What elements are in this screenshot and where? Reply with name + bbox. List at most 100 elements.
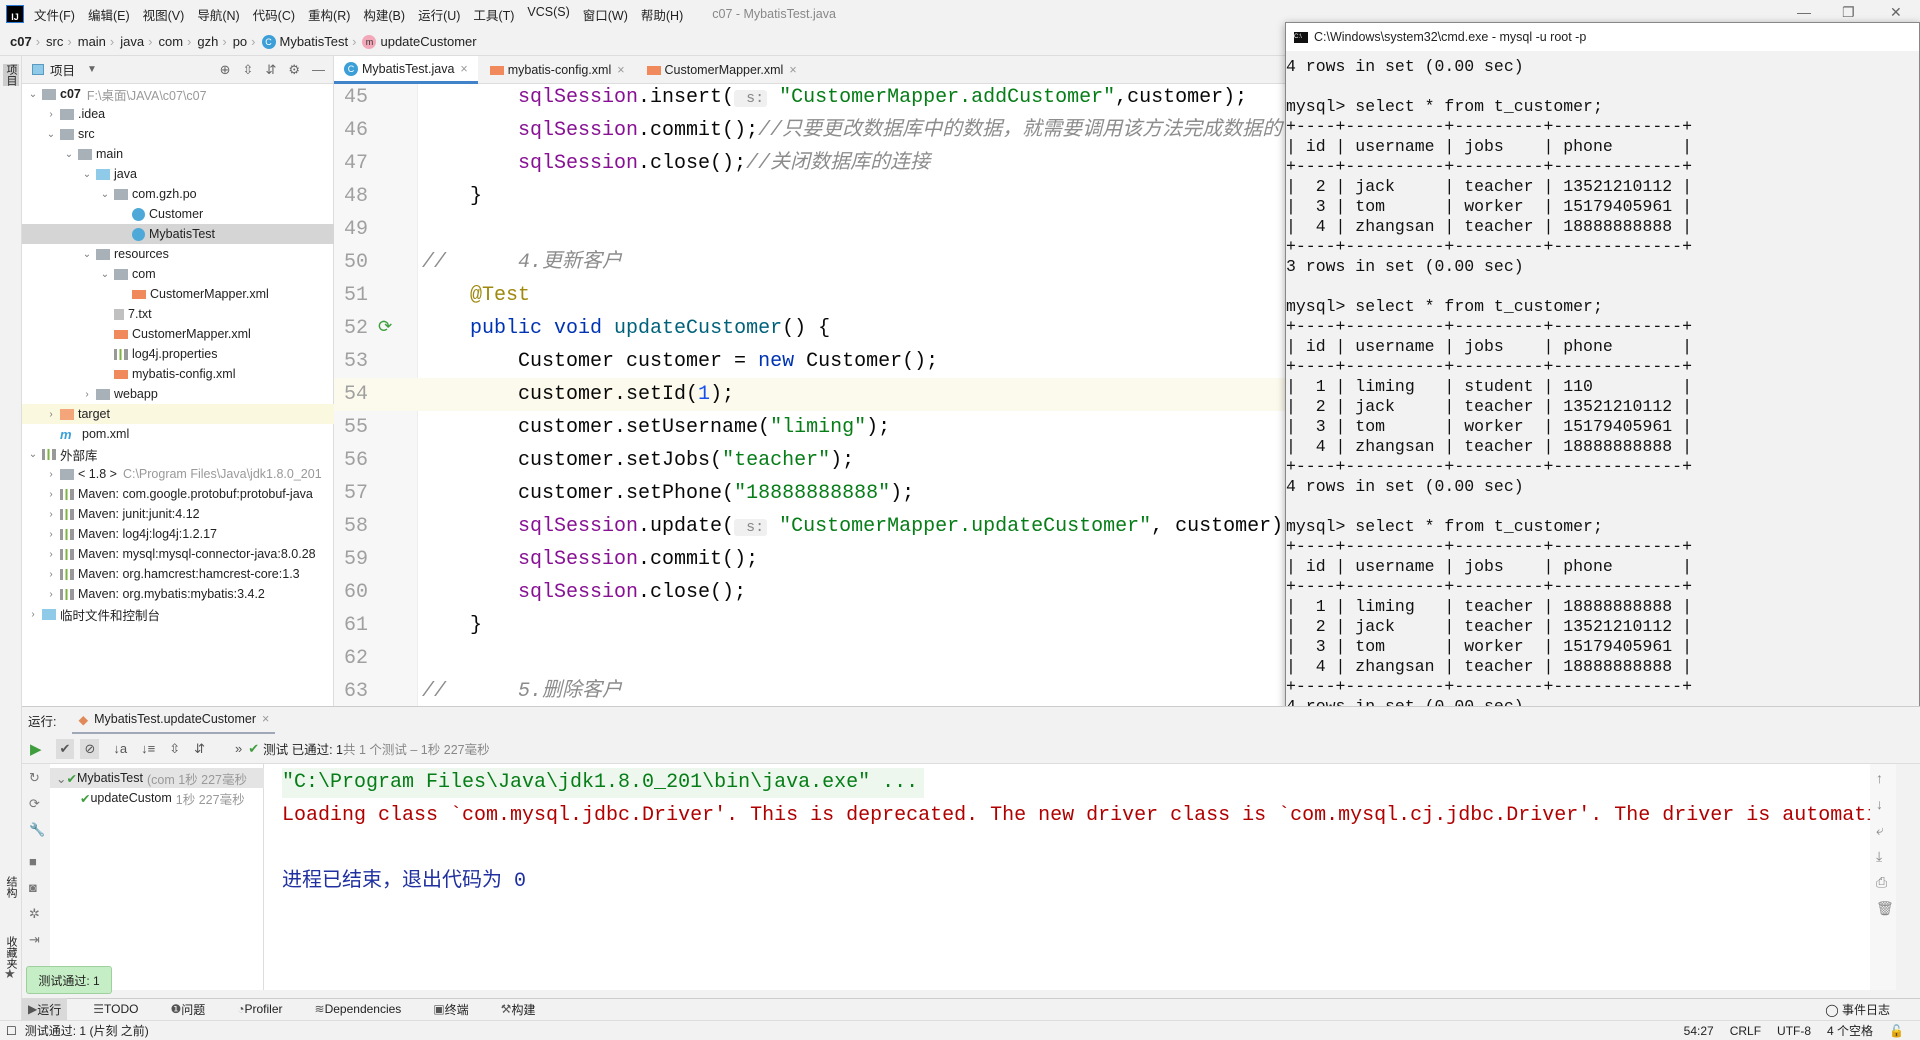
menu-item[interactable]: 窗口(W) bbox=[583, 5, 628, 24]
chevron-right-icon[interactable]: › bbox=[44, 549, 58, 560]
breadcrumb-item[interactable]: src bbox=[46, 34, 63, 49]
favorites-tool-button[interactable]: 收藏夹 bbox=[3, 936, 19, 969]
collapse-all-icon[interactable]: ⇵ bbox=[265, 62, 276, 78]
chevron-right-icon[interactable]: › bbox=[44, 109, 58, 120]
tree-item[interactable]: CustomerMapper.xml bbox=[22, 324, 334, 344]
cmd-title-bar[interactable]: C:\ C:\Windows\system32\cmd.exe - mysql … bbox=[1286, 23, 1919, 51]
tool-tab[interactable]: ≋ Dependencies bbox=[309, 998, 408, 1020]
camera-icon[interactable]: ◙ bbox=[29, 880, 37, 895]
tree-item[interactable]: ⌄ 外部库 bbox=[22, 444, 334, 464]
minimize-button[interactable]: — bbox=[1797, 4, 1811, 20]
tree-item[interactable]: CustomerMapper.xml bbox=[22, 284, 334, 304]
test-item[interactable]: ⌄ ✔ MybatisTest (com 1秒 227毫秒 bbox=[50, 768, 264, 788]
tree-item[interactable]: mybatis-config.xml bbox=[22, 364, 334, 384]
sort-alpha-icon[interactable]: ↓a bbox=[113, 741, 127, 756]
event-log-button[interactable]: ◯ 事件日志 bbox=[1825, 1001, 1890, 1018]
close-icon[interactable]: × bbox=[789, 63, 796, 77]
menu-item[interactable]: VCS(S) bbox=[527, 5, 569, 24]
expand-all-icon[interactable]: ⇳ bbox=[243, 62, 254, 78]
lock-icon[interactable]: 🔓 bbox=[1889, 1024, 1904, 1038]
import-icon[interactable]: ⇥ bbox=[29, 932, 40, 948]
tree-item[interactable]: 7.txt bbox=[22, 304, 334, 324]
tool-tab[interactable]: ▶ 运行 bbox=[22, 998, 68, 1020]
gear-icon[interactable]: ⚙ bbox=[288, 62, 300, 78]
chevron-right-icon[interactable]: › bbox=[44, 409, 58, 420]
menu-item[interactable]: 重构(R) bbox=[308, 5, 350, 24]
expand-all-icon[interactable]: ⇳ bbox=[169, 741, 180, 757]
breadcrumb-item[interactable]: c07 bbox=[10, 34, 32, 49]
cmd-output[interactable]: 4 rows in set (0.00 sec) mysql> select * … bbox=[1286, 51, 1919, 749]
chevron-down-icon[interactable]: ⌄ bbox=[56, 771, 66, 786]
tool-tab[interactable]: ◔ Profiler bbox=[231, 998, 288, 1020]
menu-item[interactable]: 导航(N) bbox=[197, 5, 239, 24]
close-icon[interactable]: × bbox=[460, 62, 467, 76]
menu-item[interactable]: 代码(C) bbox=[253, 5, 295, 24]
chevron-right-icon[interactable]: › bbox=[26, 609, 40, 620]
editor-tab[interactable]: CustomerMapper.xml × bbox=[635, 56, 807, 84]
tree-item[interactable]: ⌄ java bbox=[22, 164, 334, 184]
tree-item[interactable]: › target bbox=[22, 404, 334, 424]
tree-item[interactable]: › Maven: mysql:mysql-connector-java:8.0.2… bbox=[22, 544, 334, 564]
structure-tool-button[interactable]: 结构 bbox=[3, 876, 19, 898]
menu-item[interactable]: 运行(U) bbox=[418, 5, 460, 24]
breadcrumb-item[interactable]: main bbox=[78, 34, 106, 49]
show-ignored-icon[interactable]: ⊘ bbox=[80, 738, 100, 759]
trash-icon[interactable]: 🗑 bbox=[1876, 900, 1894, 917]
chevron-down-icon[interactable]: ⌄ bbox=[26, 89, 40, 100]
tree-item[interactable]: › Maven: com.google.protobuf:protobuf-jav… bbox=[22, 484, 334, 504]
tree-item[interactable]: › Maven: junit:junit:4.12 bbox=[22, 504, 334, 524]
stop-icon[interactable]: ■ bbox=[29, 854, 37, 869]
chevron-right-icon[interactable]: › bbox=[44, 569, 58, 580]
close-icon[interactable]: × bbox=[262, 712, 269, 726]
tree-item[interactable]: › webapp bbox=[22, 384, 334, 404]
rerun-failed-icon[interactable]: ↻ bbox=[29, 770, 40, 786]
tree-item[interactable]: › .idea bbox=[22, 104, 334, 124]
hide-icon[interactable]: — bbox=[312, 62, 325, 77]
arrow-up-icon[interactable]: ↑ bbox=[1876, 770, 1883, 786]
close-icon[interactable]: × bbox=[617, 63, 624, 77]
menu-item[interactable]: 帮助(H) bbox=[641, 5, 683, 24]
tool-tab[interactable]: ❶ 问题 bbox=[164, 998, 211, 1020]
breadcrumb-item[interactable]: MybatisTest bbox=[280, 34, 349, 49]
show-passed-icon[interactable]: ✔ bbox=[55, 738, 75, 759]
chevron-down-icon[interactable]: ⌄ bbox=[62, 149, 76, 160]
chevron-down-icon[interactable]: ⌄ bbox=[80, 249, 94, 260]
tree-item[interactable]: ⌄ src bbox=[22, 124, 334, 144]
close-window-button[interactable]: ✕ bbox=[1890, 4, 1902, 21]
tree-item[interactable]: › 临时文件和控制台 bbox=[22, 604, 334, 624]
tree-item[interactable]: ⌄ c07 F:\桌面\JAVA\c07\c07 bbox=[22, 84, 334, 104]
menu-item[interactable]: 工具(T) bbox=[473, 5, 514, 24]
editor-tab[interactable]: mybatis-config.xml × bbox=[478, 56, 635, 84]
file-encoding[interactable]: UTF-8 bbox=[1777, 1024, 1811, 1038]
chevron-right-icon[interactable]: › bbox=[44, 589, 58, 600]
tool-tab[interactable]: ⚒ 构建 bbox=[495, 998, 542, 1020]
tool-tab[interactable]: ☰ TODO bbox=[87, 998, 144, 1020]
soft-wrap-icon[interactable]: ⤶ bbox=[1876, 822, 1884, 839]
project-tool-button[interactable]: 项目 bbox=[3, 64, 19, 86]
collapse-all-icon[interactable]: ⇵ bbox=[194, 741, 205, 757]
run-console[interactable]: "C:\Program Files\Java\jdk1.8.0_201\bin\… bbox=[264, 764, 1870, 990]
menu-item[interactable]: 编辑(E) bbox=[88, 5, 130, 24]
project-view-selector[interactable]: 项目 bbox=[50, 60, 75, 79]
menu-item[interactable]: 构建(B) bbox=[363, 5, 405, 24]
indent-setting[interactable]: 4 个空格 bbox=[1827, 1022, 1873, 1039]
tree-item[interactable]: › Maven: org.hamcrest:hamcrest-core:1.3 bbox=[22, 564, 334, 584]
chevron-right-icon[interactable]: › bbox=[80, 389, 94, 400]
scroll-to-end-icon[interactable]: ⤓ bbox=[1876, 848, 1882, 865]
chevron-right-icon[interactable]: › bbox=[44, 529, 58, 540]
breadcrumb-item[interactable]: po bbox=[233, 34, 247, 49]
cmd-window[interactable]: C:\ C:\Windows\system32\cmd.exe - mysql … bbox=[1285, 22, 1920, 750]
tool-tab[interactable]: ▣ 终端 bbox=[427, 998, 474, 1020]
run-tab[interactable]: ◆ MybatisTest.updateCustomer × bbox=[72, 707, 276, 735]
menu-item[interactable]: 视图(V) bbox=[143, 5, 185, 24]
chevron-right-icon[interactable]: › bbox=[44, 509, 58, 520]
tree-item[interactable]: › Maven: log4j:log4j:1.2.17 bbox=[22, 524, 334, 544]
breadcrumb-item[interactable]: com bbox=[158, 34, 183, 49]
rerun-icon[interactable]: ▶ bbox=[30, 740, 42, 758]
locate-icon[interactable]: ⊕ bbox=[220, 62, 231, 78]
chevron-down-icon[interactable]: ⌄ bbox=[80, 169, 94, 180]
tree-item[interactable]: Customer bbox=[22, 204, 334, 224]
chevron-down-icon[interactable]: ⌄ bbox=[44, 129, 58, 140]
tree-item[interactable]: ⌄ resources bbox=[22, 244, 334, 264]
chevron-down-icon[interactable]: ▼ bbox=[87, 64, 97, 75]
